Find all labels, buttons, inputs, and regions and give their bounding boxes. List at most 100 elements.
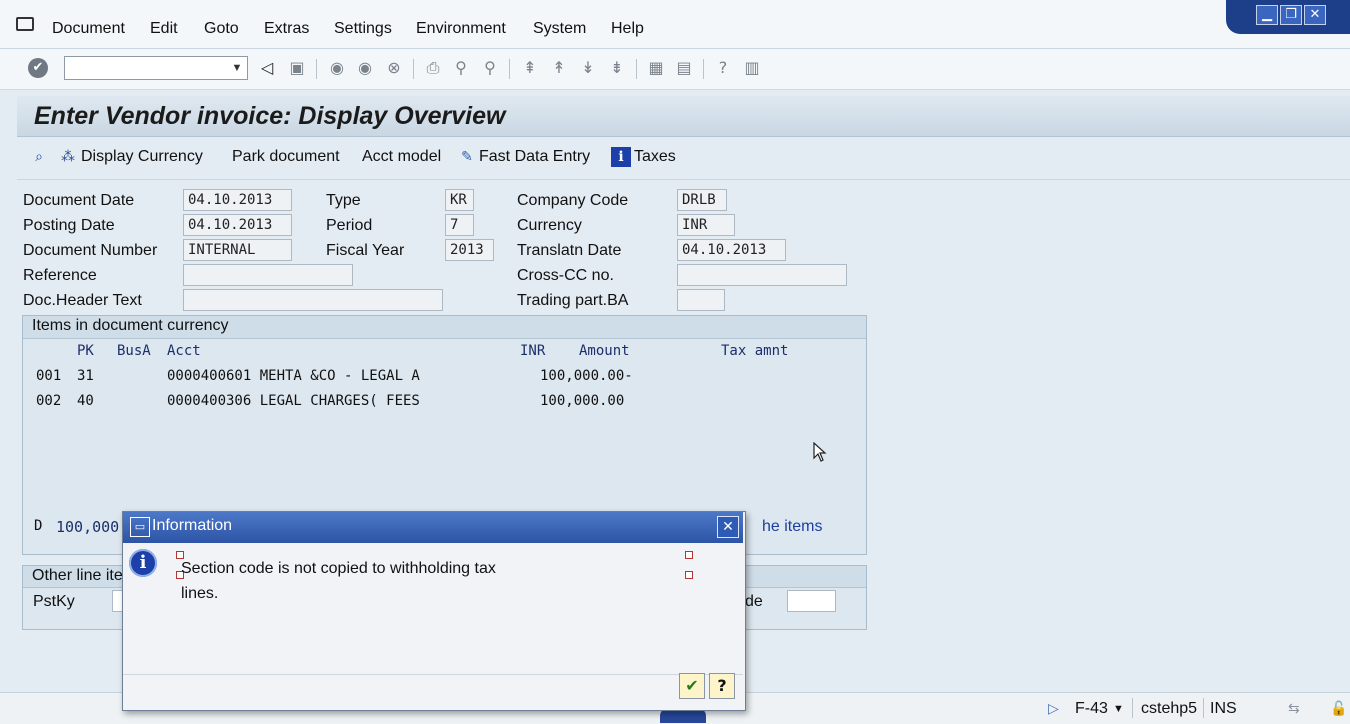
restore-icon[interactable]: ❐ xyxy=(1280,5,1302,25)
previous-page-icon[interactable]: ↟ xyxy=(548,57,570,79)
col-header-amount: Amount xyxy=(579,343,630,359)
lock-icon[interactable]: 🔓 xyxy=(1330,700,1347,717)
exit-icon[interactable]: ◉ xyxy=(354,57,376,79)
help-question-icon[interactable]: ? xyxy=(709,673,735,699)
dialog-title: Information xyxy=(152,517,233,534)
row-amount: 100,000.00 xyxy=(540,393,625,409)
dialog-window-icon: ▭ xyxy=(130,517,150,537)
document-date-field[interactable]: 04.10.2013 xyxy=(183,189,292,211)
status-expand-icon[interactable]: ▷ xyxy=(1048,700,1059,717)
totals-value: 100,000 xyxy=(56,518,120,536)
fiscal-year-label: Fiscal Year xyxy=(326,242,405,259)
taxes-button[interactable]: Taxes xyxy=(634,148,676,166)
menu-extras[interactable]: Extras xyxy=(264,20,309,38)
col-header-acct: Acct xyxy=(167,343,201,359)
translatn-date-label: Translatn Date xyxy=(517,242,622,259)
reference-field[interactable] xyxy=(183,264,353,286)
find-icon[interactable]: ⚲ xyxy=(450,57,472,79)
print-icon[interactable]: ⎙ xyxy=(422,57,444,79)
currency-field[interactable]: INR xyxy=(677,214,735,236)
document-date-label: Document Date xyxy=(23,192,135,209)
row-amount: 100,000.00- xyxy=(540,368,633,384)
command-field[interactable] xyxy=(64,56,248,80)
application-toolbar xyxy=(17,137,1350,180)
menu-system[interactable]: System xyxy=(533,20,586,38)
company-code-field[interactable]: DRLB xyxy=(677,189,727,211)
menu-help[interactable]: Help xyxy=(611,20,644,38)
save-icon[interactable]: ▣ xyxy=(286,57,308,79)
type-field[interactable]: KR xyxy=(445,189,474,211)
window-menu-icon[interactable] xyxy=(16,17,34,31)
last-page-icon[interactable]: ⇟ xyxy=(606,57,628,79)
company-code-label: Company Code xyxy=(517,192,629,209)
row-number: 002 xyxy=(36,393,62,409)
server-name: cstehp5 xyxy=(1141,700,1198,717)
shortcut-icon[interactable]: ▤ xyxy=(673,57,695,79)
other-line-item-right-label: de xyxy=(745,593,763,610)
other-line-item-right-field[interactable] xyxy=(787,590,836,612)
chevron-down-icon[interactable]: ▼ xyxy=(1113,703,1124,715)
page-title: Enter Vendor invoice: Display Overview xyxy=(34,102,506,130)
trading-part-ba-field[interactable] xyxy=(677,289,725,311)
back-triangle-icon[interactable]: ◁ xyxy=(256,57,278,79)
dialog-close-icon[interactable]: ✕ xyxy=(717,516,739,538)
posting-date-field[interactable]: 04.10.2013 xyxy=(183,214,292,236)
cross-cc-field[interactable] xyxy=(677,264,847,286)
cancel-icon[interactable]: ⊗ xyxy=(383,57,405,79)
first-page-icon[interactable]: ⇞ xyxy=(519,57,541,79)
transaction-code[interactable]: F-43 xyxy=(1075,700,1108,718)
acct-model-button[interactable]: Acct model xyxy=(362,148,441,166)
help-icon[interactable]: ? xyxy=(712,57,734,79)
display-currency-button[interactable]: Display Currency xyxy=(81,148,203,166)
trading-part-ba-label: Trading part.BA xyxy=(517,292,629,309)
menu-goto[interactable]: Goto xyxy=(204,20,239,38)
fiscal-year-field[interactable]: 2013 xyxy=(445,239,494,261)
insert-mode[interactable]: INS xyxy=(1210,700,1237,718)
other-line-item-title: Other line ite xyxy=(32,567,123,584)
pstky-label: PstKy xyxy=(33,593,75,610)
doc-header-text-label: Doc.Header Text xyxy=(23,292,142,309)
layout-menu-icon[interactable]: ▥ xyxy=(741,57,763,79)
close-icon[interactable]: ✕ xyxy=(1304,5,1326,25)
totals-prefix: D xyxy=(34,518,43,534)
find-next-icon[interactable]: ⚲ xyxy=(479,57,501,79)
menu-document[interactable]: Document xyxy=(52,20,125,38)
park-document-button[interactable]: Park document xyxy=(232,148,340,166)
reference-label: Reference xyxy=(23,267,97,284)
menu-environment[interactable]: Environment xyxy=(416,20,506,38)
back-icon[interactable]: ◉ xyxy=(326,57,348,79)
fast-data-entry-button[interactable]: Fast Data Entry xyxy=(479,148,590,166)
posting-date-label: Posting Date xyxy=(23,217,115,234)
row-pk: 40 xyxy=(77,393,94,409)
translatn-date-field[interactable]: 04.10.2013 xyxy=(677,239,786,261)
chevron-down-icon[interactable]: ▼ xyxy=(228,58,246,78)
mouse-cursor-icon xyxy=(813,442,827,462)
col-header-pk: PK xyxy=(77,343,94,359)
enter-icon[interactable]: ✔ xyxy=(28,58,48,78)
create-session-icon[interactable]: ▦ xyxy=(645,57,667,79)
line-items-link[interactable]: he items xyxy=(762,518,822,536)
period-label: Period xyxy=(326,217,373,234)
period-field[interactable]: 7 xyxy=(445,214,474,236)
menu-settings[interactable]: Settings xyxy=(334,20,392,38)
adjust-icon[interactable]: ⇆ xyxy=(1288,700,1300,717)
edit-pencil-icon[interactable]: ✎ xyxy=(457,147,477,167)
row-pk: 31 xyxy=(77,368,94,384)
cross-cc-label: Cross-CC no. xyxy=(517,267,614,284)
menu-bar xyxy=(0,0,1350,49)
row-account: 0000400601 MEHTA &CO - LEGAL A xyxy=(167,368,420,384)
minimize-icon[interactable]: ▁ xyxy=(1256,5,1278,25)
col-header-tax-amnt: Tax amnt xyxy=(721,343,789,359)
row-account: 0000400306 LEGAL CHARGES( FEES xyxy=(167,393,420,409)
currency-grid-icon[interactable]: ⁂ xyxy=(58,147,78,167)
next-page-icon[interactable]: ↡ xyxy=(577,57,599,79)
col-header-busa: BusA xyxy=(117,343,151,359)
items-groupbox-title: Items in document currency xyxy=(32,317,229,334)
magnifier-icon[interactable]: ⌕ xyxy=(29,147,49,167)
menu-edit[interactable]: Edit xyxy=(150,20,178,38)
document-number-field[interactable]: INTERNAL xyxy=(183,239,292,261)
window-controls: ▁ ❐ ✕ xyxy=(1226,0,1350,34)
taxes-info-icon[interactable]: i xyxy=(611,147,631,167)
confirm-checkmark-icon[interactable]: ✔ xyxy=(679,673,705,699)
doc-header-text-field[interactable] xyxy=(183,289,443,311)
